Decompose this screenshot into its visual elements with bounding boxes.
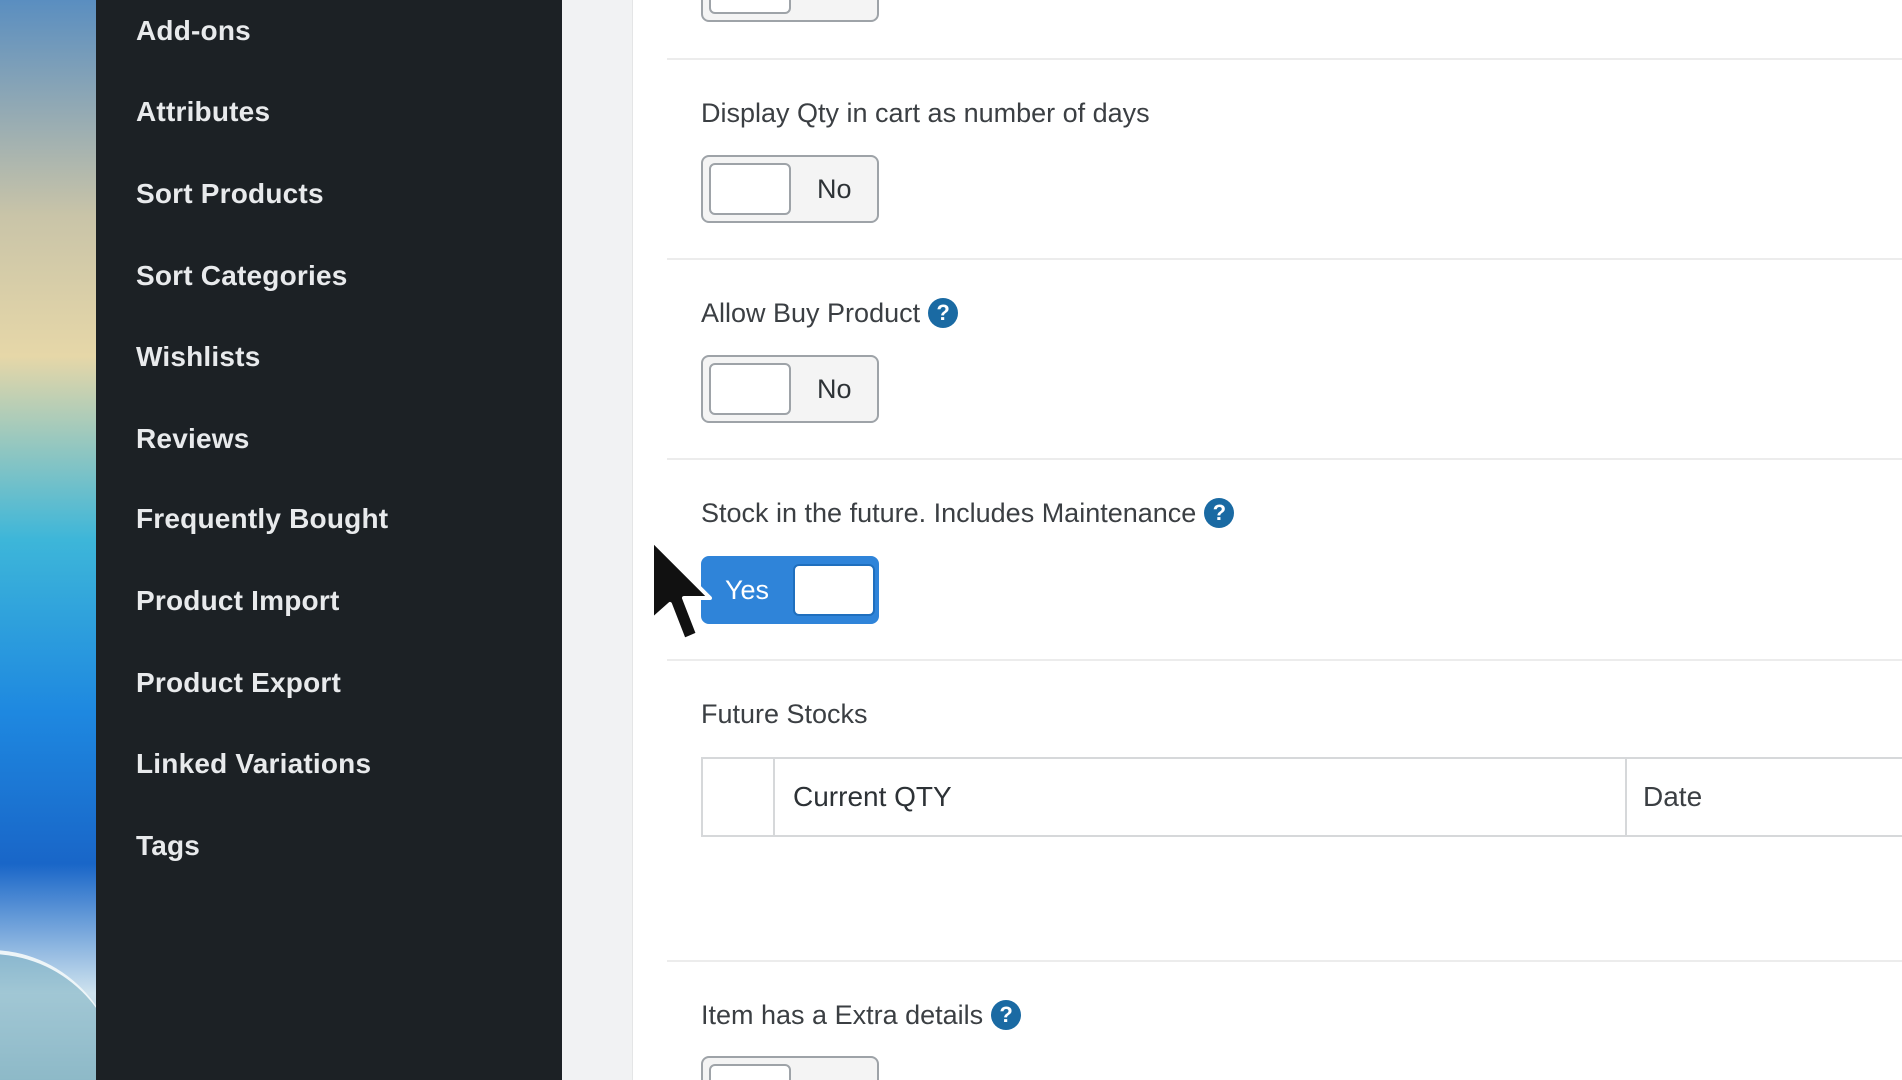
extra-details-label: Item has a Extra details? [701,999,1022,1032]
stock-future-label: Stock in the future. Includes Maintenanc… [701,497,1235,530]
toggle-state-label: No [817,174,852,204]
sidebar-item-linked-variations[interactable]: Linked Variations [136,748,371,780]
extra-details-label-text: Item has a Extra details [701,1000,984,1030]
future-stocks-label: Future Stocks [701,699,868,729]
table-header-cell [703,759,775,835]
toggle-knob [709,163,791,215]
sidebar-item-add-ons[interactable]: Add-ons [136,15,251,47]
sidebar-item-frequently-bought[interactable]: Frequently Bought [136,503,388,535]
sidebar-item-reviews[interactable]: Reviews [136,423,249,455]
stock-future-label-text: Stock in the future. Includes Maintenanc… [701,498,1197,528]
section-divider [667,659,1902,661]
toggle-knob [709,1064,791,1080]
sidebar-item-product-export[interactable]: Product Export [136,667,341,699]
display-qty-label: Display Qty in cart as number of days [701,98,1150,128]
allow-buy-toggle[interactable]: No [701,355,879,423]
help-icon[interactable]: ? [991,999,1022,1030]
help-icon[interactable]: ? [928,297,959,328]
table-header-date: Date [1643,781,1703,812]
previous-field-toggle[interactable] [701,0,879,22]
sidebar-item-tags[interactable]: Tags [136,830,200,862]
sidebar-item-attributes[interactable]: Attributes [136,96,270,128]
mouse-cursor-icon [650,538,712,642]
table-header-current-qty: Current QTY [775,759,1627,835]
toggle-state-label: No [817,374,852,404]
admin-sidebar: Add-ons Attributes Sort Products Sort Ca… [96,0,562,1080]
desktop-wallpaper [0,0,96,1080]
future-stocks-table: Current QTY Date [701,757,1902,837]
toggle-state-label: Yes [725,575,770,605]
sidebar-item-product-import[interactable]: Product Import [136,585,339,617]
display-qty-toggle[interactable]: No [701,155,879,223]
section-divider [667,960,1902,962]
section-divider [667,458,1902,460]
allow-buy-label-text: Allow Buy Product [701,298,921,328]
extra-details-toggle[interactable] [701,1056,879,1080]
help-icon[interactable]: ? [1204,497,1235,528]
allow-buy-label: Allow Buy Product? [701,297,959,330]
section-divider [667,58,1902,60]
toggle-knob [709,363,791,415]
section-divider [667,258,1902,260]
toggle-knob [793,564,875,616]
stock-future-toggle[interactable]: Yes [701,556,879,624]
toggle-knob [709,0,791,14]
sidebar-item-sort-products[interactable]: Sort Products [136,178,324,210]
sidebar-item-wishlists[interactable]: Wishlists [136,341,260,373]
content-gutter [562,0,632,1080]
sidebar-item-sort-categories[interactable]: Sort Categories [136,260,348,292]
